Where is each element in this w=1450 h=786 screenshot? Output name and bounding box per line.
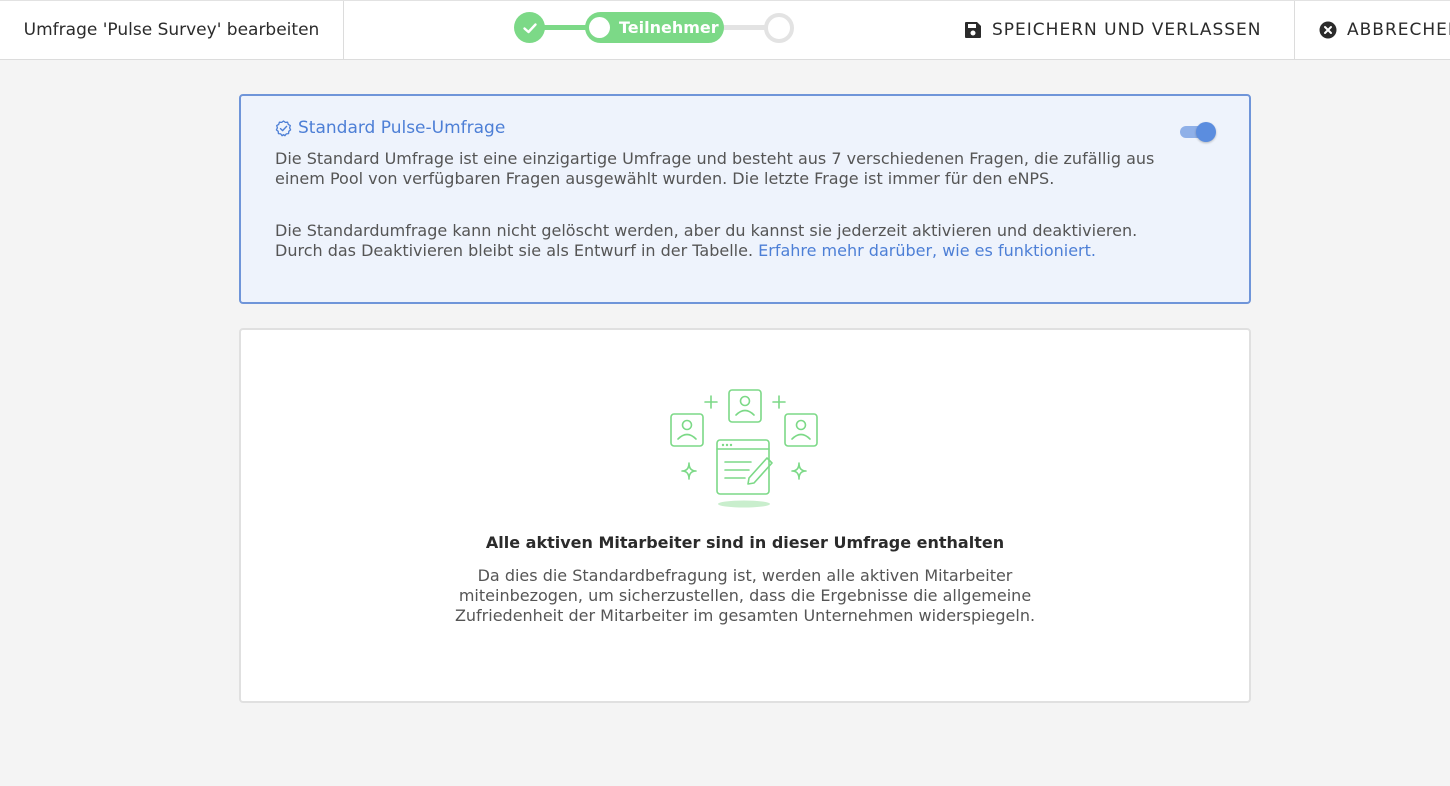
cancel-label: ABBRECHEN	[1347, 20, 1450, 40]
check-icon	[522, 22, 537, 33]
save-and-exit-button[interactable]: SPEICHERN UND VERLASSEN	[964, 1, 1262, 59]
step-active[interactable]: Teilnehmer	[585, 12, 724, 43]
info-paragraph-2: Die Standardumfrage kann nicht gelöscht …	[275, 221, 1175, 261]
participants-title: Alle aktiven Mitarbeiter sind in dieser …	[485, 533, 1005, 552]
step-completed[interactable]	[514, 12, 545, 43]
close-circle-icon	[1319, 21, 1337, 39]
floppy-disk-icon	[965, 22, 981, 38]
survey-active-toggle[interactable]	[1180, 121, 1216, 142]
info-paragraph-1: Die Standard Umfrage ist eine einzigarti…	[275, 149, 1155, 188]
step-pending[interactable]	[764, 13, 794, 43]
toggle-knob	[1196, 122, 1216, 142]
participants-card: Alle aktiven Mitarbeiter sind in dieser …	[239, 328, 1251, 703]
participants-illustration	[670, 389, 818, 508]
page-title: Umfrage 'Pulse Survey' bearbeiten	[0, 1, 344, 59]
save-and-exit-label: SPEICHERN UND VERLASSEN	[992, 20, 1262, 40]
learn-more-link[interactable]: Erfahre mehr darüber, wie es funktionier…	[758, 241, 1096, 260]
verified-badge-icon	[275, 119, 292, 136]
header-divider	[1294, 1, 1295, 59]
standard-survey-info-card: Standard Pulse-Umfrage Die Standard Umfr…	[239, 94, 1251, 304]
step-active-label: Teilnehmer	[619, 18, 719, 37]
top-bar: Umfrage 'Pulse Survey' bearbeiten Teilne…	[0, 0, 1450, 60]
info-heading-text: Standard Pulse-Umfrage	[298, 118, 506, 138]
step-active-dot	[589, 17, 610, 38]
info-heading: Standard Pulse-Umfrage	[275, 118, 505, 138]
cancel-button[interactable]: ABBRECHEN	[1319, 1, 1450, 59]
progress-stepper: Teilnehmer	[514, 12, 796, 43]
participants-description: Da dies die Standardbefragung ist, werde…	[454, 566, 1036, 625]
